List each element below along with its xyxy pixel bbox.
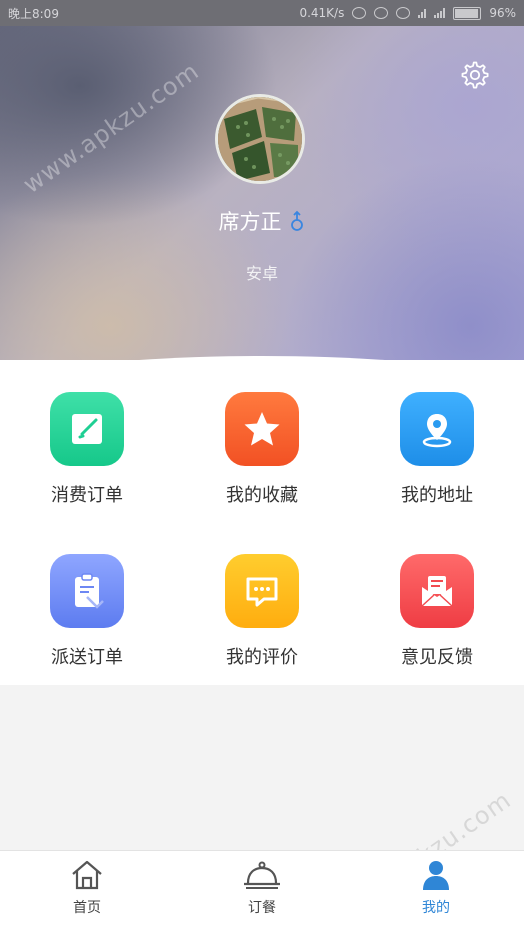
nav-home[interactable]: 首页: [27, 859, 147, 925]
watermark-top: www.apkzu.com: [18, 56, 205, 199]
menu-delivery-orders[interactable]: 派送订单: [0, 548, 174, 688]
alarm-icon: [352, 7, 367, 19]
nav-mine[interactable]: 我的: [376, 859, 496, 925]
male-gender-icon: [290, 210, 303, 231]
home-icon: [72, 860, 102, 890]
menu-grid: 消费订单 我的收藏 我的地址 派送订单 我的评价 意见反馈: [0, 360, 524, 685]
menu-label: 我的评价: [226, 647, 298, 668]
signal-icon: [434, 8, 446, 18]
status-bar: 晚上8:09 0.41K/s 96%: [0, 0, 524, 26]
cloche-icon: [244, 861, 280, 889]
platform-label: 安卓: [245, 264, 278, 283]
avatar-image: [218, 97, 302, 181]
nav-label-mine: 我的: [422, 900, 450, 916]
nav-order-food[interactable]: 订餐: [202, 859, 322, 925]
status-icons: 0.41K/s 96%: [299, 6, 516, 20]
star-icon: [244, 412, 280, 446]
nav-label-home: 首页: [73, 900, 101, 916]
menu-my-reviews[interactable]: 我的评价: [175, 548, 349, 688]
menu-icon-bg: [50, 392, 124, 466]
username: 席方正: [218, 210, 282, 234]
menu-feedback[interactable]: 意见反馈: [350, 548, 524, 688]
battery-icon: [453, 6, 482, 20]
clipboard-icon: [75, 573, 104, 609]
nav-label-order: 订餐: [248, 900, 276, 916]
gear-icon: [461, 61, 489, 89]
menu-my-address[interactable]: 我的地址: [350, 386, 524, 526]
username-row: 席方正: [0, 206, 524, 236]
menu-icon-bg: [225, 554, 299, 628]
sync-icon: [374, 7, 389, 19]
battery-level: 96%: [489, 6, 516, 20]
menu-icon-bg: [400, 392, 474, 466]
clock-icon: [396, 7, 411, 19]
menu-label: 派送订单: [51, 647, 123, 668]
menu-icon-bg: [50, 554, 124, 628]
profile-header: www.apkzu.com 席方正 安卓: [0, 26, 524, 360]
mail-icon: [421, 576, 453, 607]
status-time: 晚上8:09: [8, 6, 59, 21]
network-speed: 0.41K/s: [299, 6, 345, 20]
menu-icon-bg: [225, 392, 299, 466]
wifi-icon: [418, 8, 427, 18]
menu-label: 消费订单: [51, 485, 123, 506]
menu-label: 我的收藏: [226, 485, 298, 506]
menu-label: 意见反馈: [401, 647, 473, 668]
edit-icon: [72, 414, 102, 444]
comment-icon: [246, 577, 278, 607]
menu-my-favorites[interactable]: 我的收藏: [175, 386, 349, 526]
menu-consumption-orders[interactable]: 消费订单: [0, 386, 174, 526]
menu-icon-bg: [400, 554, 474, 628]
menu-label: 我的地址: [401, 485, 473, 506]
settings-button[interactable]: [460, 60, 490, 90]
person-icon: [423, 861, 449, 890]
bottom-nav: 首页 订餐 我的: [0, 850, 524, 929]
avatar[interactable]: [215, 94, 305, 184]
location-pin-icon: [422, 414, 452, 448]
